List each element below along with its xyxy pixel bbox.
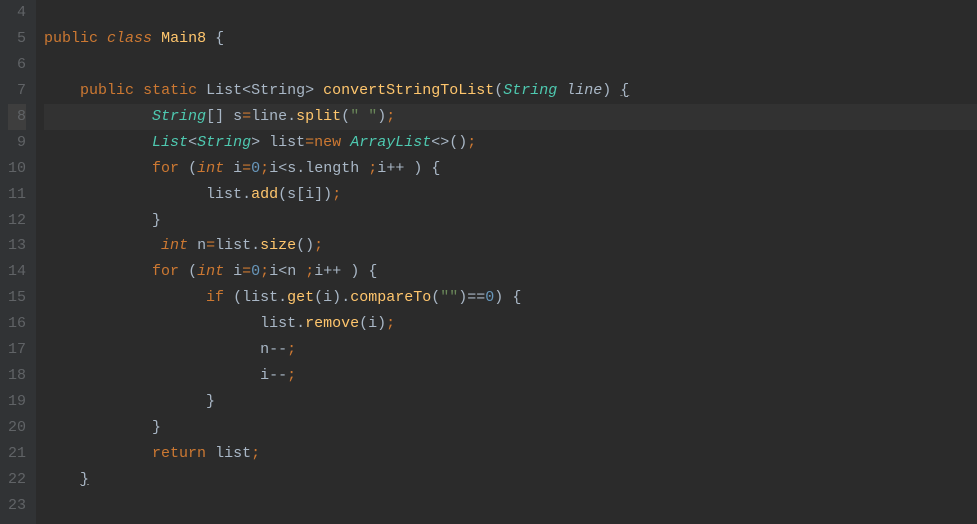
line-number: 10: [8, 156, 26, 182]
code-line[interactable]: [44, 52, 977, 78]
code-editor[interactable]: 4 5 6 7 8 9 10 11 12 13 14 15 16 17 18 1…: [0, 0, 977, 524]
code-line[interactable]: list.remove(i);: [44, 311, 977, 337]
line-number: 14: [8, 259, 26, 285]
code-line[interactable]: String[] s=line.split(" ");: [44, 104, 977, 130]
code-line[interactable]: List<String> list=new ArrayList<>();: [44, 130, 977, 156]
line-number: 21: [8, 441, 26, 467]
code-line[interactable]: }: [44, 467, 977, 493]
code-line[interactable]: list.add(s[i]);: [44, 182, 977, 208]
line-number: 13: [8, 233, 26, 259]
code-line[interactable]: int n=list.size();: [44, 233, 977, 259]
line-number: 17: [8, 337, 26, 363]
line-number-gutter: 4 5 6 7 8 9 10 11 12 13 14 15 16 17 18 1…: [0, 0, 36, 524]
code-line[interactable]: }: [44, 415, 977, 441]
code-line[interactable]: if (list.get(i).compareTo("")==0) {: [44, 285, 977, 311]
code-line[interactable]: for (int i=0;i<s.length ;i++ ) {: [44, 156, 977, 182]
code-line[interactable]: i--;: [44, 363, 977, 389]
code-line[interactable]: public static List<String> convertString…: [44, 78, 977, 104]
code-line[interactable]: n--;: [44, 337, 977, 363]
line-number: 4: [8, 0, 26, 26]
line-number: 20: [8, 415, 26, 441]
line-number: 18: [8, 363, 26, 389]
code-line[interactable]: [44, 0, 977, 26]
code-line[interactable]: [44, 493, 977, 519]
code-area[interactable]: public class Main8 { public static List<…: [36, 0, 977, 524]
line-number: 9: [8, 130, 26, 156]
line-number: 7: [8, 78, 26, 104]
line-number: 23: [8, 493, 26, 519]
code-line[interactable]: for (int i=0;i<n ;i++ ) {: [44, 259, 977, 285]
line-number: 19: [8, 389, 26, 415]
code-line[interactable]: return list;: [44, 441, 977, 467]
line-number: 15: [8, 285, 26, 311]
line-number: 11: [8, 182, 26, 208]
line-number: 16: [8, 311, 26, 337]
line-number: 8: [8, 104, 26, 130]
line-number: 5: [8, 26, 26, 52]
code-line[interactable]: public class Main8 {: [44, 26, 977, 52]
code-line[interactable]: }: [44, 389, 977, 415]
line-number: 12: [8, 208, 26, 234]
line-number: 6: [8, 52, 26, 78]
code-line[interactable]: }: [44, 208, 977, 234]
line-number: 22: [8, 467, 26, 493]
